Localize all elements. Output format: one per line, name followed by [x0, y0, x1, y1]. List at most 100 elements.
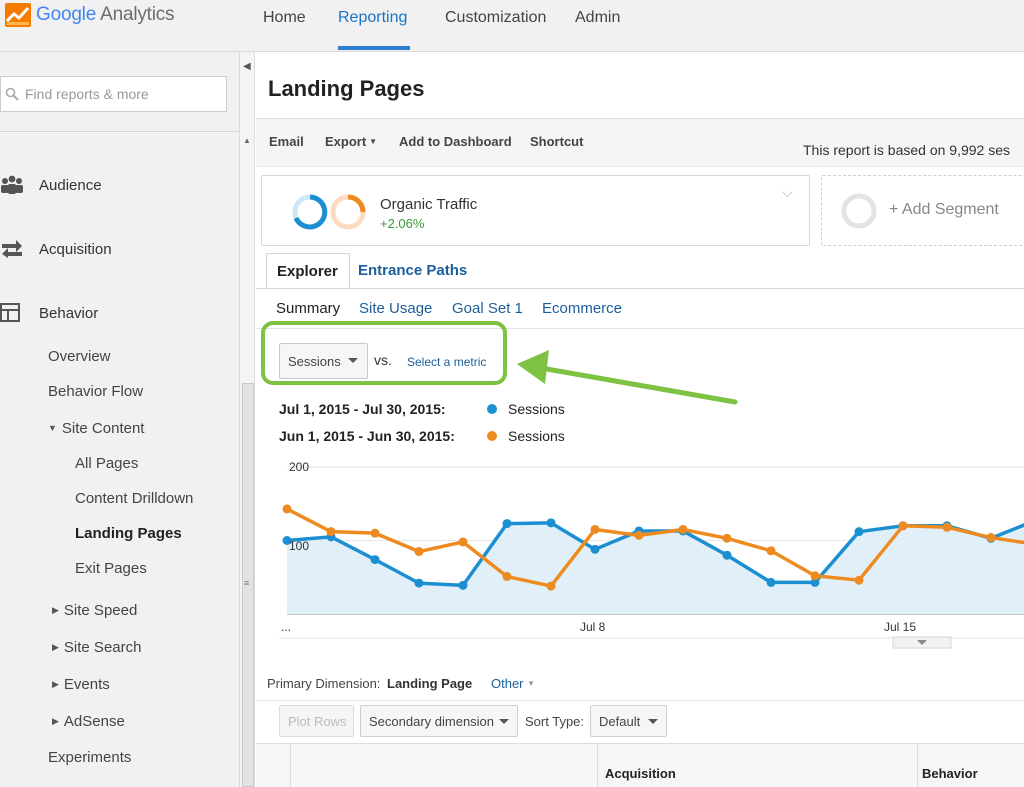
data-point	[282, 504, 292, 514]
secondary-dimension-label: Secondary dimension	[369, 714, 495, 729]
x-tick-label: Jul 15	[884, 620, 916, 634]
data-point	[326, 527, 336, 537]
dropdown-caret-icon	[499, 719, 509, 724]
nav-reporting[interactable]: Reporting	[338, 9, 407, 27]
behavior-header: Behavior	[922, 766, 978, 781]
logo-text: Google Analytics	[36, 4, 175, 25]
top-bar: Google Analytics Home Reporting Customiz…	[0, 0, 1024, 52]
data-point	[854, 527, 864, 537]
subtab-goal-set-1[interactable]: Goal Set 1	[452, 300, 523, 317]
primary-dimension-other[interactable]: Other ▼	[491, 676, 535, 691]
legend-range: Jul 1, 2015 - Jul 30, 2015:	[279, 401, 446, 417]
sidebar-item-behavior-flow[interactable]: Behavior Flow	[48, 383, 143, 400]
sort-type-dropdown[interactable]: Default	[590, 705, 667, 737]
sidebar-search[interactable]	[0, 76, 227, 112]
data-point	[546, 581, 556, 591]
data-point	[722, 533, 732, 543]
expanded-triangle-icon: ▼	[48, 423, 57, 433]
y-tick-label: 200	[289, 460, 309, 474]
nav-admin[interactable]: Admin	[575, 9, 620, 27]
sidebar-item-site-search[interactable]: ▶ Site Search	[52, 639, 141, 656]
segment-card-organic-traffic[interactable]: Organic Traffic +2.06% ⌵	[261, 175, 810, 246]
data-point	[590, 544, 600, 554]
subtab-summary[interactable]: Summary	[276, 300, 340, 317]
plot-rows-button[interactable]: Plot Rows	[279, 705, 354, 737]
sidebar-item-acquisition[interactable]: Acquisition	[0, 238, 112, 260]
sidebar-item-exit-pages[interactable]: Exit Pages	[75, 560, 147, 577]
scroll-up-arrow-icon[interactable]: ▲	[243, 136, 251, 145]
export-button[interactable]: Export ▼	[325, 134, 377, 149]
acquisition-column: Acquisition	[597, 744, 917, 787]
segment-change: +2.06%	[380, 216, 425, 231]
add-segment-button[interactable]: + Add Segment	[821, 175, 1024, 246]
nav-customization[interactable]: Customization	[445, 9, 546, 27]
data-point	[766, 577, 776, 587]
legend-row-current: Jul 1, 2015 - Jul 30, 2015: Sessions	[279, 401, 565, 417]
legend-range: Jun 1, 2015 - Jun 30, 2015:	[279, 428, 455, 444]
acquisition-icon	[2, 240, 22, 258]
data-point	[414, 578, 424, 588]
data-point	[458, 580, 468, 590]
sidebar-item-site-content[interactable]: ▼ Site Content	[48, 420, 144, 437]
sidebar-item-overview[interactable]: Overview	[48, 348, 111, 365]
y-tick-label: 100	[289, 539, 309, 553]
sidebar-item-events[interactable]: ▶ Events	[52, 676, 110, 693]
add-to-dashboard-button[interactable]: Add to Dashboard	[399, 134, 512, 149]
page-title: Landing Pages	[268, 76, 425, 101]
drag-grip-icon[interactable]: ≡	[244, 578, 249, 588]
annotation-highlight-box	[261, 321, 507, 385]
legend-dot	[487, 404, 497, 414]
empty-segment-icon	[841, 193, 877, 229]
data-point	[766, 546, 776, 556]
segment-donut-icon	[292, 194, 366, 230]
tab-entrance-paths[interactable]: Entrance Paths	[348, 253, 477, 289]
sidebar-item-experiments[interactable]: Experiments	[48, 749, 131, 766]
behavior-column: Behavior	[917, 744, 1024, 787]
sessions-line-chart: 200 100... Jul 8 Jul 15	[279, 460, 1024, 649]
legend-metric: Sessions	[508, 401, 565, 417]
sidebar-item-behavior[interactable]: Behavior	[0, 302, 98, 324]
subtab-site-usage[interactable]: Site Usage	[359, 300, 432, 317]
data-point	[546, 518, 556, 528]
data-point	[942, 522, 952, 532]
subtab-ecommerce[interactable]: Ecommerce	[542, 300, 622, 317]
email-button[interactable]: Email	[269, 134, 304, 149]
data-point	[898, 521, 908, 531]
legend-metric: Sessions	[508, 428, 565, 444]
data-point	[810, 571, 820, 581]
legend-dot	[487, 431, 497, 441]
add-segment-label: + Add Segment	[889, 201, 999, 218]
primary-dimension-value[interactable]: Landing Page	[387, 676, 472, 691]
sidebar-item-audience[interactable]: Audience	[0, 174, 102, 196]
sidebar-item-adsense[interactable]: ▶ AdSense	[52, 713, 125, 730]
sidebar-item-content-drilldown[interactable]: Content Drilldown	[75, 490, 193, 507]
sidebar-item-landing-pages[interactable]: Landing Pages	[75, 525, 182, 542]
legend-row-previous: Jun 1, 2015 - Jun 30, 2015: Sessions	[279, 428, 565, 444]
collapsed-triangle-icon: ▶	[52, 605, 59, 615]
nav-home[interactable]: Home	[263, 9, 306, 27]
caret-down-icon: ▼	[527, 679, 536, 688]
sidebar-label-acquisition: Acquisition	[39, 240, 112, 258]
tab-explorer[interactable]: Explorer	[266, 253, 350, 289]
data-point	[502, 519, 512, 529]
acquisition-header: Acquisition	[605, 766, 676, 781]
data-point	[722, 550, 732, 560]
sort-type-value: Default	[599, 714, 641, 729]
data-point	[414, 547, 424, 557]
sidebar-item-all-pages[interactable]: All Pages	[75, 455, 138, 472]
table-header: Acquisition Behavior	[256, 743, 1024, 787]
dropdown-caret-icon	[648, 719, 658, 724]
sampling-note: This report is based on 9,992 ses	[803, 142, 1011, 158]
data-point	[502, 572, 512, 582]
google-analytics-logo[interactable]: Google Analytics	[4, 2, 175, 28]
secondary-dimension-dropdown[interactable]: Secondary dimension	[360, 705, 518, 737]
collapsed-triangle-icon: ▶	[52, 642, 59, 652]
sidebar-item-site-speed[interactable]: ▶ Site Speed	[52, 602, 137, 619]
shortcut-button[interactable]: Shortcut	[530, 134, 583, 149]
x-tick-label: ...	[281, 620, 291, 634]
data-point	[986, 533, 996, 543]
collapse-left-icon[interactable]: ◀	[243, 61, 251, 72]
chevron-down-icon[interactable]: ⌵	[782, 184, 793, 201]
data-point	[458, 537, 468, 547]
search-input[interactable]	[25, 86, 221, 102]
